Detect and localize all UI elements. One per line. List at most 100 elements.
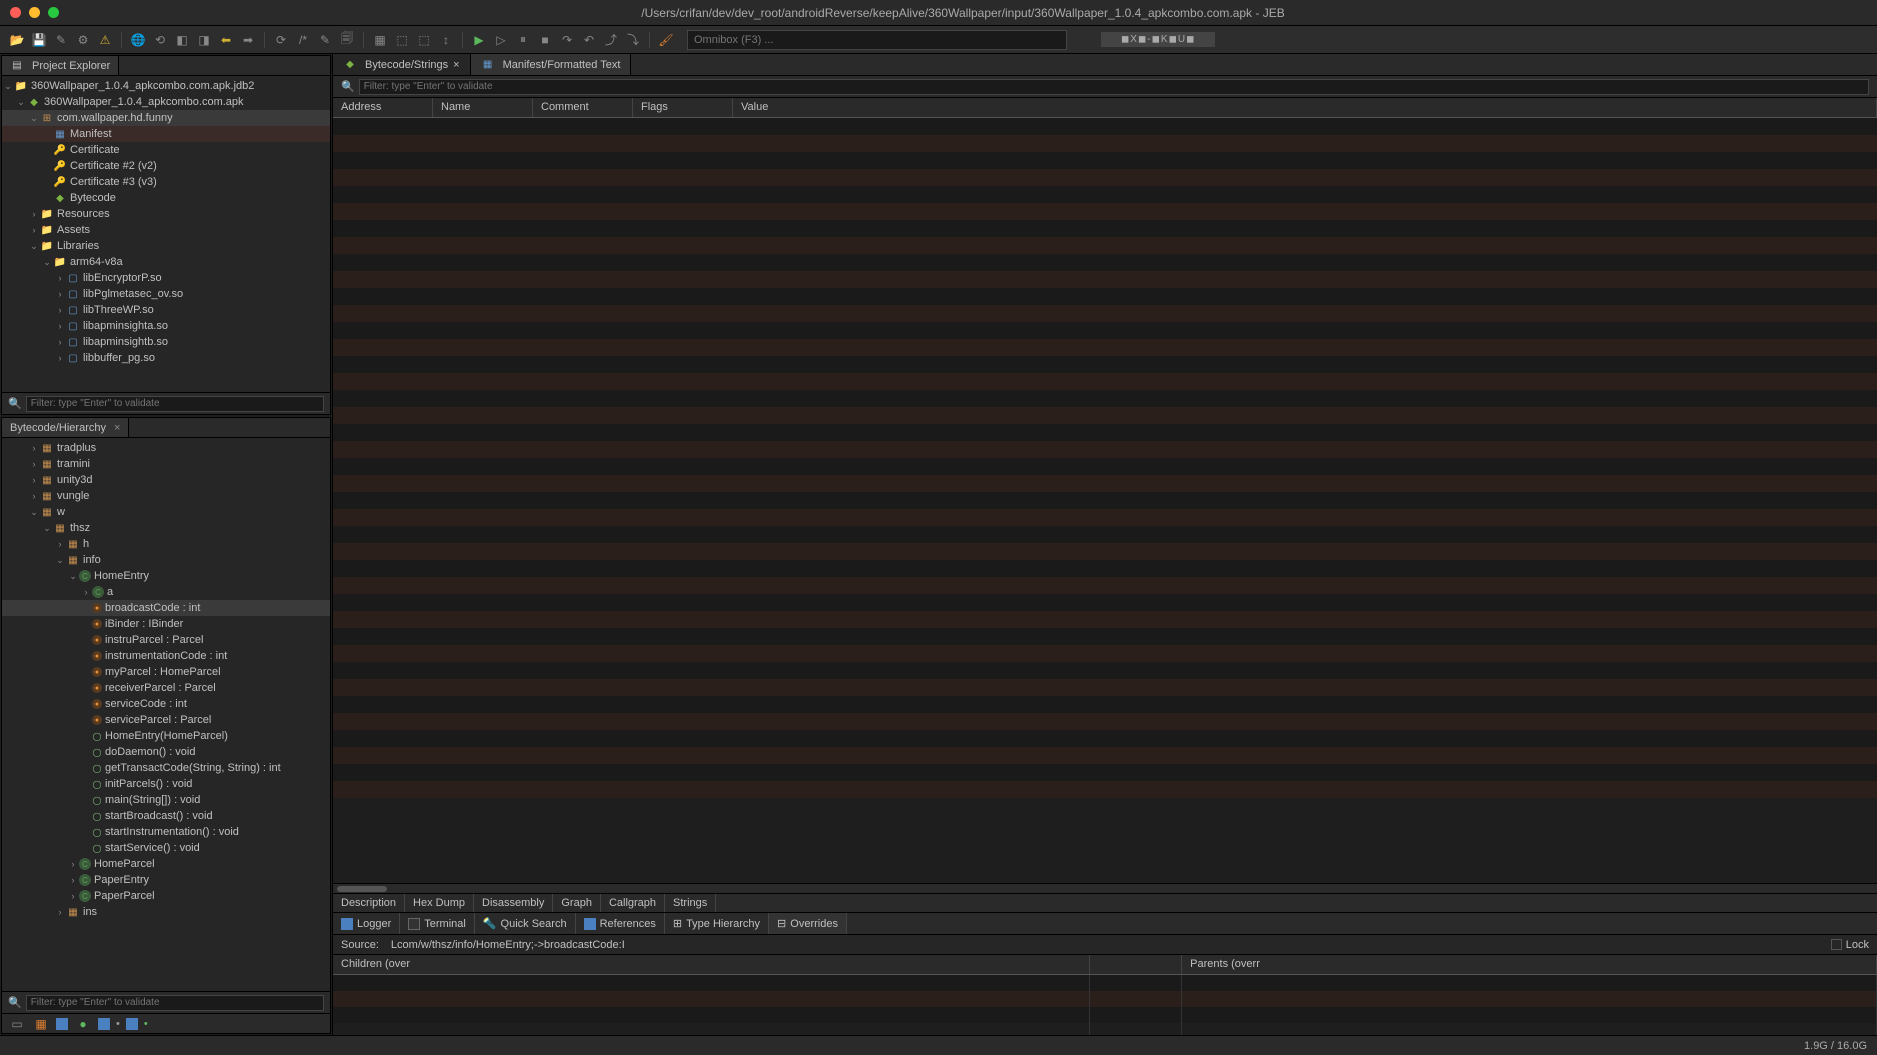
editor-filter-input[interactable] [359,79,1869,95]
tree-row[interactable]: › ▢ libEncryptorP.so [2,270,330,286]
tree-row[interactable]: › ▦ unity3d [2,472,330,488]
hierarchy-tab[interactable]: Bytecode/Hierarchy × [2,418,129,437]
col-flags[interactable]: Flags [633,98,733,117]
table-row[interactable] [333,237,1877,254]
tab-typehierarchy[interactable]: ⊞Type Hierarchy [665,913,769,934]
tree-row[interactable]: ⌄ ▦ thsz [2,520,330,536]
tab-logger[interactable]: Logger [333,913,400,934]
table-row[interactable] [333,747,1877,764]
action4-icon[interactable]: ↶ [580,31,598,49]
close-icon[interactable]: × [453,59,459,71]
table-row[interactable] [333,509,1877,526]
refresh-icon[interactable]: ⟳ [272,31,290,49]
sort-icon[interactable]: ↕ [437,31,455,49]
action2-icon[interactable]: ◨ [195,31,213,49]
table-row[interactable] [333,560,1877,577]
tab-bytecode-strings[interactable]: ◆ Bytecode/Strings × [333,54,471,75]
tree-row[interactable]: › ▢ libbuffer_pg.so [2,350,330,366]
action-icon[interactable]: ◧ [173,31,191,49]
table-row[interactable] [333,458,1877,475]
table-row[interactable] [333,679,1877,696]
tree-row[interactable]: › ▢ libThreeWP.so [2,302,330,318]
omnibox-input[interactable] [687,30,1067,50]
table-row[interactable] [333,373,1877,390]
brush-icon[interactable]: 🖌 [657,31,675,49]
project-explorer-tab[interactable]: ▤ Project Explorer [2,56,119,75]
col-comment[interactable]: Comment [533,98,633,117]
minimize-window-button[interactable] [29,7,40,18]
comment-icon[interactable]: /* [294,31,312,49]
tab-strings[interactable]: Strings [665,894,716,912]
tree-row[interactable]: › ▦ vungle [2,488,330,504]
table-row[interactable] [333,526,1877,543]
tree-row[interactable]: › ▦ ins [2,904,330,920]
toggle5[interactable] [98,1018,110,1030]
tree-row[interactable]: ● receiverParcel : Parcel [2,680,330,696]
tree-row[interactable]: ⌄ ▦ w [2,504,330,520]
table-row[interactable] [333,492,1877,509]
table-row[interactable] [333,628,1877,645]
table-row[interactable] [333,135,1877,152]
tab-hexdump[interactable]: Hex Dump [405,894,474,912]
tree-row[interactable]: › ▢ libapminsighta.so [2,318,330,334]
tree-row[interactable]: 🔑 Certificate #3 (v3) [2,174,330,190]
table-row[interactable] [333,152,1877,169]
table-row[interactable] [333,441,1877,458]
blocks2-icon[interactable]: ⬚ [415,31,433,49]
table-row[interactable] [333,594,1877,611]
tree-row[interactable]: ◯ initParcels() : void [2,776,330,792]
tab-references[interactable]: References [576,913,665,934]
tab-manifest[interactable]: ▦ Manifest/Formatted Text [471,54,632,75]
run-icon[interactable]: ▶ [470,31,488,49]
tree-row[interactable]: ● serviceCode : int [2,696,330,712]
col-parents[interactable]: Parents (overr [1182,955,1877,974]
tab-callgraph[interactable]: Callgraph [601,894,665,912]
tree-row[interactable]: › C PaperParcel [2,888,330,904]
table-row[interactable] [333,577,1877,594]
tree-row[interactable]: › 📁 Assets [2,222,330,238]
stop-icon[interactable]: ■ [536,31,554,49]
tree-row[interactable]: ◆ Bytecode [2,190,330,206]
open-icon[interactable]: 📂 [8,31,26,49]
toggle3[interactable] [56,1018,68,1030]
tree-row[interactable]: › ▦ tradplus [2,440,330,456]
tab-quicksearch[interactable]: 🔦Quick Search [475,913,576,934]
save-icon[interactable]: 💾 [30,31,48,49]
tree-row[interactable]: ● serviceParcel : Parcel [2,712,330,728]
tree-row[interactable]: ⌄ ◆ 360Wallpaper_1.0.4_apkcombo.com.apk [2,94,330,110]
horizontal-scrollbar[interactable] [333,883,1877,893]
table-row[interactable] [333,390,1877,407]
table-row[interactable] [333,781,1877,798]
forward-icon[interactable]: ➡ [239,31,257,49]
table-row[interactable] [333,696,1877,713]
back-icon[interactable]: ⬅ [217,31,235,49]
tree-row[interactable]: ● myParcel : HomeParcel [2,664,330,680]
step-icon[interactable]: ▷ [492,31,510,49]
hierarchy-tree[interactable]: › ▦ tradplus › ▦ tramini › ▦ unity3d › ▦… [2,438,330,922]
blocks-icon[interactable]: ⬚ [393,31,411,49]
tree-row[interactable]: ⌄ 📁 Libraries [2,238,330,254]
table-row[interactable] [333,203,1877,220]
tree-row[interactable]: ⌄ ▦ info [2,552,330,568]
rename-icon[interactable]: ✎ [316,31,334,49]
hierarchy-filter-input[interactable] [26,995,324,1011]
tree-row[interactable]: › ▢ libapminsightb.so [2,334,330,350]
tree-row[interactable]: › ▦ tramini [2,456,330,472]
table-row[interactable] [333,254,1877,271]
tree-row[interactable]: ● broadcastCode : int [2,600,330,616]
table-row[interactable] [333,220,1877,237]
table-row[interactable] [333,339,1877,356]
zoom-window-button[interactable] [48,7,59,18]
tab-terminal[interactable]: Terminal [400,913,475,934]
close-icon[interactable]: × [114,422,120,434]
globe-icon[interactable]: 🌐 [129,31,147,49]
col-address[interactable]: Address [333,98,433,117]
tree-row[interactable]: › C HomeParcel [2,856,330,872]
tree-row[interactable]: ◯ getTransactCode(String, String) : int [2,760,330,776]
table-row[interactable] [333,407,1877,424]
tree-row[interactable]: ◯ startInstrumentation() : void [2,824,330,840]
table-row[interactable] [333,645,1877,662]
col-value[interactable]: Value [733,98,1877,117]
tree-row[interactable]: › ▦ h [2,536,330,552]
table-row[interactable] [333,713,1877,730]
